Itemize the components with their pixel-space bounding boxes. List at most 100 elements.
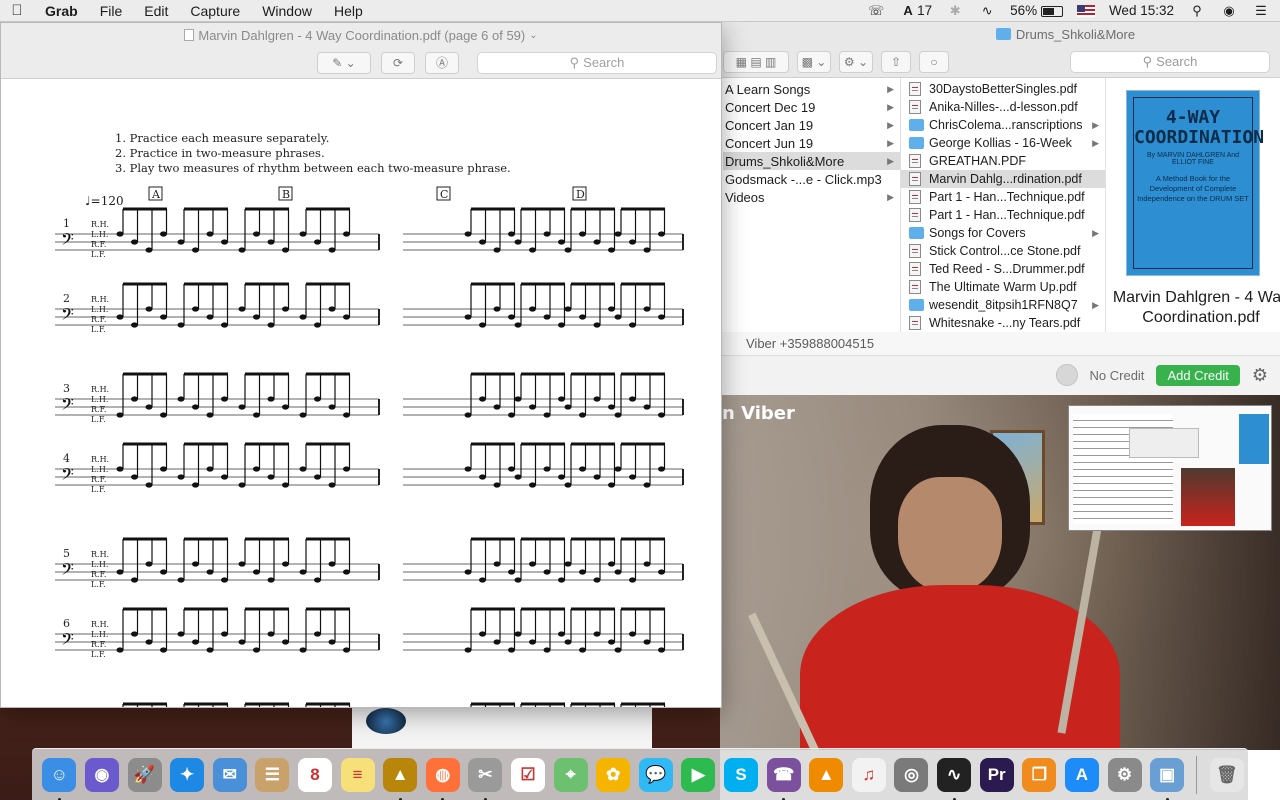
vlc-icon[interactable]: ▲ (805, 755, 848, 795)
note-head (299, 569, 307, 575)
input-source-flag-icon[interactable] (1076, 4, 1095, 17)
activity-monitor-icon[interactable]: ∿ (933, 755, 976, 800)
notes-icon[interactable]: ≡ (336, 755, 379, 795)
note-head (206, 412, 214, 418)
siri-menu-icon[interactable]: ◉ (1220, 3, 1238, 19)
finder-item[interactable]: A Learn Songs ▶ (723, 80, 900, 98)
tags-button[interactable]: ○ (919, 50, 949, 73)
note-head (464, 647, 472, 653)
rotate-button[interactable]: ⟳ (381, 51, 415, 74)
battery-status[interactable]: 56% (1010, 3, 1063, 18)
finder-file-item[interactable]: Part 1 - Han...Technique.pdf (901, 206, 1105, 224)
launchpad-icon[interactable]: 🚀 (123, 755, 166, 795)
wifi-icon[interactable]: ∿ (978, 3, 996, 19)
finder-file-item[interactable]: wesendit_8itpsih1RFN8Q7 ▶ (901, 296, 1105, 314)
viber-status-icon[interactable]: ☏ (867, 3, 885, 19)
voice-label: L.F. (91, 650, 106, 659)
group-button[interactable]: ▩ ⌄ (797, 50, 831, 73)
finder-item[interactable]: Drums_Shkoli&More ▶ (723, 152, 900, 170)
mail-icon[interactable]: ✉ (208, 755, 251, 795)
siri-icon[interactable]: ◉ (81, 755, 124, 795)
preview-search-input[interactable]: ⚲ Search (477, 51, 717, 74)
note-head (608, 306, 615, 312)
finder-file-item[interactable]: Ted Reed - S...Drummer.pdf (901, 260, 1105, 278)
finder-file-item[interactable]: Stick Control...ce Stone.pdf (901, 242, 1105, 260)
menu-edit[interactable]: Edit (133, 3, 179, 19)
adobe-status[interactable]: A 17 (899, 3, 932, 19)
menu-capture[interactable]: Capture (179, 3, 251, 19)
finder-item[interactable]: Godsmack -...e - Click.mp3 (723, 170, 900, 188)
title-chevron-icon[interactable]: ⌄ (529, 30, 537, 41)
note-head (643, 247, 651, 253)
books-icon[interactable]: ❐ (1018, 755, 1061, 795)
finder-file-item[interactable]: Songs for Covers ▶ (901, 224, 1105, 242)
note-head (343, 466, 350, 472)
skype-icon[interactable]: S (720, 755, 763, 795)
finder-file-item[interactable]: George Kollias - 16-Week ▶ (901, 134, 1105, 152)
grab-icon[interactable]: ✂ (464, 755, 507, 800)
markup-pen-button[interactable]: ✎ ⌄ (317, 51, 371, 74)
add-credit-button[interactable]: Add Credit (1156, 364, 1240, 386)
menu-clock[interactable]: Wed 15:32 (1109, 3, 1174, 18)
bluetooth-icon[interactable]: ✱ (946, 3, 964, 19)
finder-file-item[interactable]: ChrisColema...ranscriptions ▶ (901, 116, 1105, 134)
finder-item[interactable]: Videos ▶ (723, 188, 900, 206)
note-head (253, 569, 260, 575)
disk-utility-icon[interactable]: ◎ (890, 755, 933, 795)
menu-file[interactable]: File (89, 3, 134, 19)
note-head (614, 647, 622, 653)
note-head (282, 306, 289, 312)
photos-icon[interactable]: ✿ (592, 755, 635, 795)
settings-gear-icon[interactable]: ⚙ (1252, 365, 1268, 386)
firefox-icon[interactable]: ◍ (421, 755, 464, 800)
app-store-icon[interactable]: A (1061, 755, 1104, 795)
share-button[interactable]: ⇧ (881, 50, 911, 73)
app-menu[interactable]: Grab (34, 3, 89, 19)
menu-window[interactable]: Window (251, 3, 323, 19)
annotate-button[interactable]: Ⓐ (425, 51, 459, 74)
calendar-icon[interactable]: 8 (294, 755, 337, 795)
pdf-page[interactable]: 1. Practice each measure separately. 2. … (7, 79, 707, 707)
finder-file-item[interactable]: GREATHAN.PDF (901, 152, 1105, 170)
menu-help[interactable]: Help (323, 3, 374, 19)
messages-icon[interactable]: 💬 (635, 755, 678, 795)
avatar[interactable] (1055, 364, 1078, 386)
note-head (282, 639, 289, 645)
metronome-icon[interactable]: ▲ (379, 755, 422, 800)
finder-icon[interactable]: ☺ (38, 755, 81, 800)
view-columns-button[interactable]: ▦ ▤ ▥ (723, 50, 789, 73)
preview-icon[interactable]: ▣ (1146, 755, 1189, 800)
contacts-icon[interactable]: ☰ (251, 755, 294, 795)
exercise-number: 2 (63, 292, 70, 305)
finder-search-input[interactable]: ⚲ Search (1070, 50, 1270, 73)
note-head (328, 639, 336, 645)
finder-file-item[interactable]: Marvin Dahlg...rdination.pdf (901, 170, 1105, 188)
video-call-feed[interactable]: n Viber (720, 395, 1280, 750)
finder-item[interactable]: Concert Jan 19 ▶ (723, 116, 900, 134)
notification-center-icon[interactable]: ☰ (1252, 3, 1270, 19)
book-cover-thumbnail[interactable]: 4-WAY COORDINATION By MARVIN DAHLGREN An… (1126, 90, 1264, 276)
note-head (593, 322, 601, 328)
self-view-thumbnail[interactable] (1068, 405, 1272, 531)
reminders-icon[interactable]: ☑ (507, 755, 550, 795)
finder-file-item[interactable]: Part 1 - Han...Technique.pdf (901, 188, 1105, 206)
finder-item[interactable]: Concert Dec 19 ▶ (723, 98, 900, 116)
finder-file-item[interactable]: 30DaystoBetterSingles.pdf (901, 80, 1105, 98)
system-preferences-icon[interactable]: ⚙ (1103, 755, 1146, 795)
facetime-icon[interactable]: ▶ (677, 755, 720, 795)
preview-titlebar[interactable]: Marvin Dahlgren - 4 Way Coordination.pdf… (1, 23, 721, 47)
note-head (221, 396, 228, 402)
maps-icon[interactable]: ⌖ (549, 755, 592, 795)
trash-icon[interactable]: 🗑 (1205, 755, 1248, 795)
finder-file-item[interactable]: Anika-Nilles-...d-lesson.pdf (901, 98, 1105, 116)
premiere-icon[interactable]: Pr (975, 755, 1018, 795)
finder-item[interactable]: Concert Jun 19 ▶ (723, 134, 900, 152)
finder-file-item[interactable]: The Ultimate Warm Up.pdf (901, 278, 1105, 296)
apple-menu-icon[interactable]:  (0, 2, 34, 19)
finder-file-item[interactable]: Whitesnake -...ny Tears.pdf (901, 314, 1105, 332)
itunes-icon[interactable]: ♫ (848, 755, 891, 795)
safari-icon[interactable]: ✦ (166, 755, 209, 795)
spotlight-search-icon[interactable]: ⚲ (1188, 3, 1206, 19)
action-button[interactable]: ⚙ ⌄ (839, 50, 873, 73)
viber-icon[interactable]: ☎ (762, 755, 805, 800)
